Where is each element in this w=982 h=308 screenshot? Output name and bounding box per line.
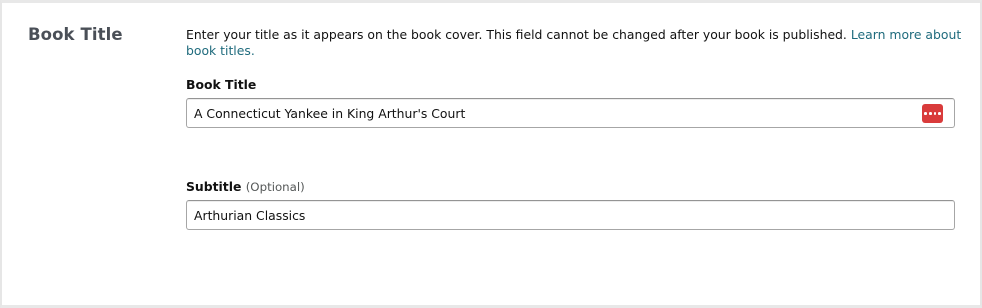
dots-menu-icon[interactable]: [922, 104, 943, 123]
section-heading: Book Title: [28, 25, 123, 44]
subtitle-label-group: Subtitle (Optional): [186, 179, 305, 194]
book-title-section: Book Title Enter your title as it appear…: [0, 0, 982, 308]
subtitle-label: Subtitle: [186, 179, 242, 194]
dots-glyph: [924, 112, 941, 115]
book-title-label: Book Title: [186, 77, 257, 92]
subtitle-input[interactable]: [186, 200, 955, 230]
book-title-input[interactable]: [186, 98, 955, 128]
section-description: Enter your title as it appears on the bo…: [186, 27, 966, 58]
description-text: Enter your title as it appears on the bo…: [186, 27, 847, 42]
optional-note: (Optional): [245, 180, 305, 194]
